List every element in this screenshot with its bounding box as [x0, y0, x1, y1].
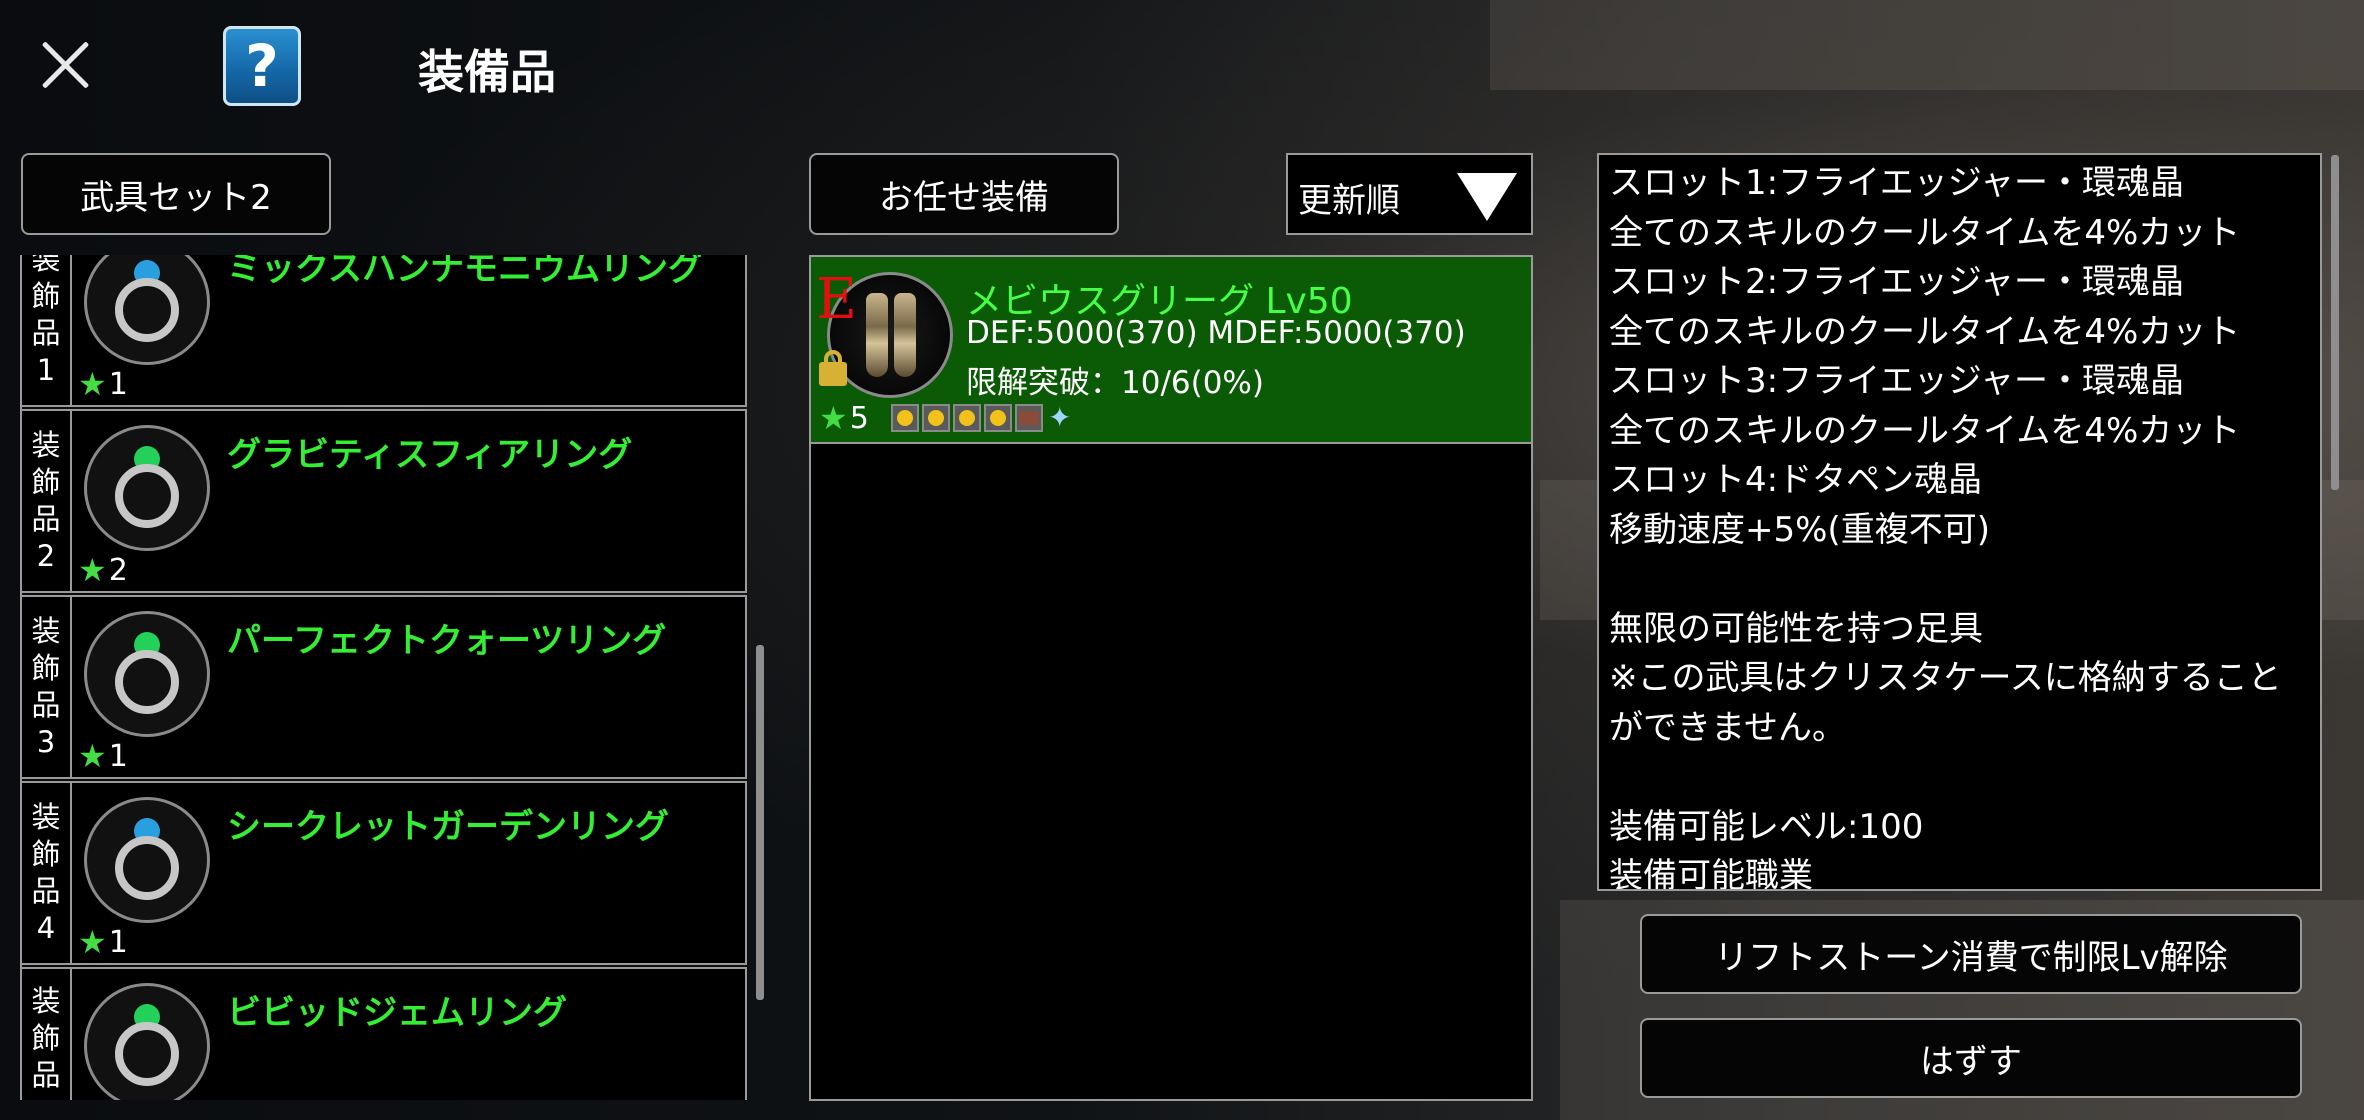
rift-stone-unlock-button[interactable]: リフトストーン消費で制限Lv解除	[1640, 914, 2302, 994]
socket-box-icon	[1015, 403, 1043, 432]
weapon-set-label: 武具セット2	[80, 177, 272, 218]
socket-gem-icon	[891, 403, 919, 432]
socket-gem-icon	[953, 403, 981, 432]
dropdown-arrow-icon	[1457, 173, 1517, 221]
socket-gem-icon	[984, 403, 1012, 432]
rank-badge: ★ 1	[78, 923, 128, 961]
sort-dropdown[interactable]: 更新順	[1286, 153, 1533, 235]
ring-icon	[84, 797, 210, 923]
equipment-stats: DEF:5000(370) MDEF:5000(370)	[966, 315, 1466, 351]
ring-icon	[84, 255, 210, 365]
socket-row: ✦	[891, 401, 1071, 434]
unequip-label: はずす	[1920, 1041, 2022, 1082]
rift-stone-label: リフトストーン消費で制限Lv解除	[1714, 937, 2228, 978]
slot-side-label: 装飾品4	[22, 783, 72, 963]
star-icon: ★	[78, 365, 107, 403]
socket-gem-icon	[922, 403, 950, 432]
list-scrollbar[interactable]	[756, 645, 764, 1000]
background-architecture	[1490, 0, 2364, 90]
accessory-slot-3[interactable]: 装飾品3 パーフェクトクォーツリング ★ 1	[22, 595, 747, 779]
accessory-slot-2[interactable]: 装飾品2 グラビティスフィアリング ★ 2	[22, 409, 747, 593]
star-icon: ★	[78, 923, 107, 961]
rank-badge: ★ 1	[78, 737, 128, 775]
slot-item-name: ビビッドジェムリング	[227, 993, 567, 1033]
ring-icon	[84, 983, 210, 1100]
ring-icon	[84, 425, 210, 551]
close-icon[interactable]	[30, 30, 100, 100]
slot-side-label: 装飾品	[22, 969, 72, 1100]
slot-side-label: 装飾品2	[22, 411, 72, 591]
slot-item-name: シークレットガーデンリング	[227, 807, 669, 847]
equipped-mark: E	[816, 267, 857, 332]
slot-item-name: グラビティスフィアリング	[227, 435, 633, 475]
auto-equip-label: お任せ装備	[879, 177, 1049, 218]
sparkle-icon: ✦	[1048, 401, 1072, 434]
weapon-set-button[interactable]: 武具セット2	[21, 153, 331, 235]
help-icon[interactable]: ?	[223, 26, 301, 106]
rank-badge: ★ 5	[819, 399, 869, 437]
auto-equip-button[interactable]: お任せ装備	[809, 153, 1119, 235]
slot-item-name: パーフェクトクォーツリング	[227, 621, 667, 661]
sort-label: 更新順	[1298, 181, 1400, 221]
item-description: スロット1:フライエッジャー・環魂晶 全てのスキルのクールタイムを4%カット ス…	[1609, 163, 2282, 891]
star-icon: ★	[78, 551, 107, 589]
rank-badge: ★ 1	[78, 365, 128, 403]
equipment-list[interactable]: E メビウスグリーグ Lv50 DEF:5000(370) MDEF:5000(…	[809, 255, 1533, 1101]
equipment-card[interactable]: E メビウスグリーグ Lv50 DEF:5000(370) MDEF:5000(…	[811, 257, 1531, 444]
item-description-panel[interactable]: スロット1:フライエッジャー・環魂晶 全てのスキルのクールタイムを4%カット ス…	[1597, 153, 2322, 891]
accessory-slot-5[interactable]: 装飾品 ビビッドジェムリング	[22, 967, 747, 1100]
star-icon: ★	[78, 737, 107, 775]
slot-side-label: 装飾品3	[22, 597, 72, 777]
accessory-slot-4[interactable]: 装飾品4 シークレットガーデンリング ★ 1	[22, 781, 747, 965]
slot-item-name: ミックスハンナモニウムリング	[227, 255, 702, 289]
accessory-slot-1[interactable]: 装飾品1 ミックスハンナモニウムリング ★ 1	[22, 255, 747, 407]
equipment-limit-break: 限解突破：10/6(0%)	[966, 365, 1264, 401]
rank-badge: ★ 2	[78, 551, 128, 589]
unequip-button[interactable]: はずす	[1640, 1018, 2302, 1098]
slot-side-label: 装飾品1	[22, 255, 72, 405]
star-icon: ★	[819, 399, 848, 437]
accessory-slot-list[interactable]: 装飾品1 ミックスハンナモニウムリング ★ 1 装飾品2 グラビティスフィアリング…	[20, 255, 749, 1100]
lock-icon	[819, 350, 847, 386]
page-title: 装備品	[418, 45, 556, 99]
description-scrollbar[interactable]	[2331, 155, 2339, 490]
ring-icon	[84, 611, 210, 737]
